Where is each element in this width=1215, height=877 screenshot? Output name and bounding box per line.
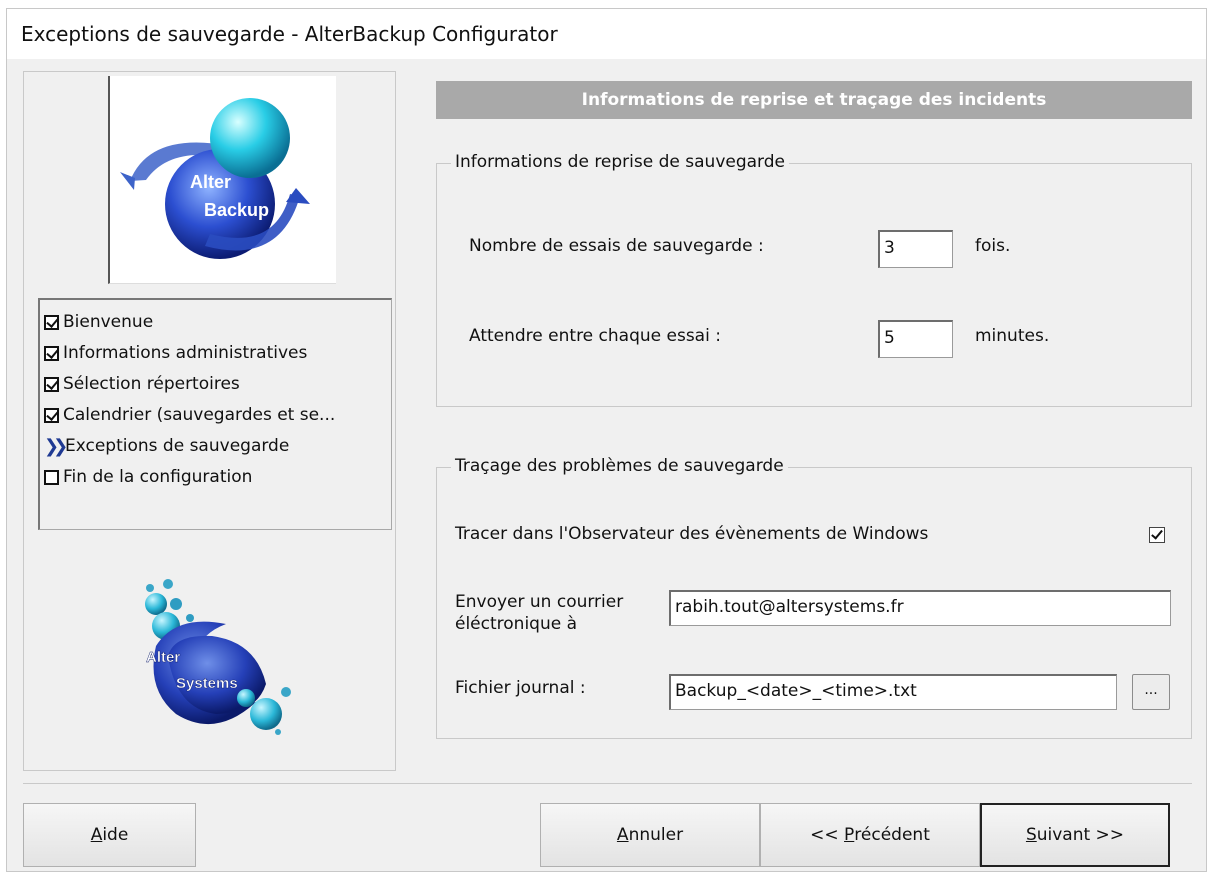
previous-label-rest: récédent (854, 825, 930, 845)
step-welcome[interactable]: Bienvenue (44, 308, 153, 336)
step-label: Fin de la configuration (63, 467, 253, 487)
step-finish[interactable]: Fin de la configuration (44, 463, 252, 491)
svg-text:Alter: Alter (146, 649, 180, 666)
checkbox-checked-icon (44, 314, 59, 330)
title-bar[interactable]: Exceptions de sauvegarde - AlterBackup C… (7, 9, 1206, 59)
checkbox-checked-icon (44, 407, 59, 423)
help-button[interactable]: Aide (23, 803, 196, 867)
alterbackup-logo-graphic: Alter Backup (120, 98, 310, 259)
checkbox-unchecked-icon (44, 469, 59, 485)
step-label: Bienvenue (63, 312, 154, 332)
step-label: Sélection répertoires (63, 374, 240, 394)
step-directories[interactable]: Sélection répertoires (44, 370, 240, 398)
attempts-label: Nombre de essais de sauvegarde : (469, 236, 764, 256)
step-label: Exceptions de sauvegarde (65, 436, 290, 456)
attempts-input[interactable]: 3 (878, 230, 953, 268)
cancel-mnemonic: A (616, 825, 629, 845)
logfile-label: Fichier journal : (455, 678, 586, 698)
next-label-rest: uivant >> (1036, 825, 1125, 845)
logfile-input[interactable]: Backup_<date>_<time>.txt (669, 674, 1117, 710)
cancel-label-rest: nnuler (628, 825, 684, 845)
svg-text:Backup: Backup (204, 200, 269, 220)
section-header: Informations de reprise et traçage des i… (436, 81, 1192, 119)
svg-text:Systems: Systems (176, 675, 238, 692)
step-label: Calendrier (sauvegardes et se... (63, 405, 336, 425)
email-label-line2: éléctronique à (455, 614, 578, 634)
previous-button[interactable]: << Précédent (760, 803, 980, 867)
cancel-button[interactable]: Annuler (540, 803, 760, 867)
step-exceptions[interactable]: ❯❯ Exceptions de sauvegarde (44, 432, 289, 460)
trace-group-legend: Traçage des problèmes de sauvegarde (451, 456, 788, 476)
previous-mnemonic: P (844, 825, 855, 845)
event-log-checkbox[interactable] (1149, 527, 1165, 543)
checkbox-checked-icon (44, 376, 59, 392)
checkbox-checked-icon (44, 345, 59, 361)
email-label-line1: Envoyer un courrier (455, 592, 624, 612)
altersystems-logo: Alter Systems (116, 574, 306, 744)
step-calendar[interactable]: Calendrier (sauvegardes et se... (44, 401, 335, 429)
trace-group: Traçage des problèmes de sauvegarde Trac… (436, 456, 1192, 739)
retry-group-legend: Informations de reprise de sauvegarde (451, 152, 789, 172)
retry-info-group: Informations de reprise de sauvegarde No… (436, 152, 1192, 407)
previous-prefix: << (810, 825, 845, 845)
wizard-window: Exceptions de sauvegarde - AlterBackup C… (6, 8, 1207, 872)
email-input[interactable]: rabih.tout@altersystems.fr (669, 590, 1171, 626)
next-mnemonic: S (1025, 825, 1037, 845)
browse-button[interactable]: ... (1132, 674, 1170, 710)
alterbackup-logo: Alter Backup (108, 76, 336, 284)
next-button[interactable]: Suivant >> (980, 803, 1170, 867)
section-header-title: Informations de reprise et traçage des i… (581, 90, 1047, 110)
bottom-separator (23, 783, 1192, 784)
step-admin-info[interactable]: Informations administratives (44, 339, 307, 367)
wait-unit: minutes. (975, 326, 1050, 346)
wizard-steps-list: Bienvenue Informations administratives S… (38, 298, 392, 530)
event-log-label: Tracer dans l'Observateur des évènements… (455, 524, 929, 544)
double-chevron-right-icon: ❯❯ (44, 435, 68, 457)
attempts-unit: fois. (975, 236, 1011, 256)
step-label: Informations administratives (63, 343, 308, 363)
svg-text:Alter: Alter (190, 172, 231, 192)
help-label-rest: ide (102, 825, 129, 845)
wait-label: Attendre entre chaque essai : (469, 326, 721, 346)
window-title: Exceptions de sauvegarde - AlterBackup C… (21, 22, 558, 46)
wait-input[interactable]: 5 (878, 320, 953, 358)
left-pane: Alter Backup Bienvenue Informations admi… (23, 71, 396, 771)
altersystems-logo-graphic: Alter Systems (145, 579, 291, 735)
help-mnemonic: A (90, 825, 103, 845)
